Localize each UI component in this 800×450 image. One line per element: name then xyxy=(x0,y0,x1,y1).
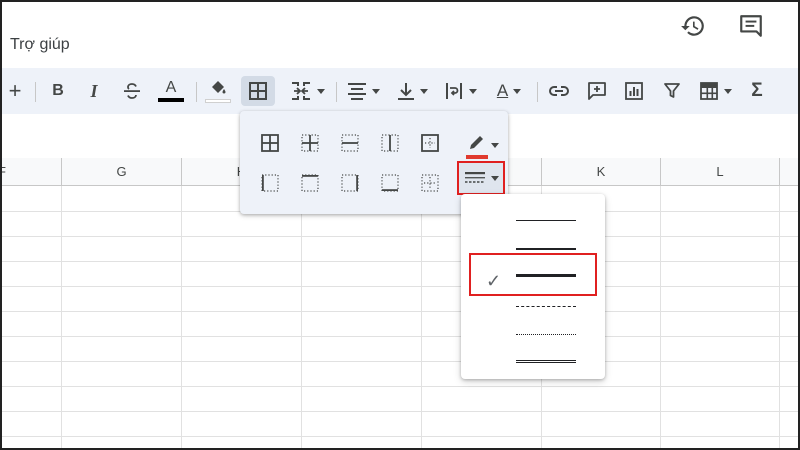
selected-style-highlight xyxy=(469,253,597,296)
column-header-k[interactable]: K xyxy=(542,158,661,186)
top-border-option[interactable] xyxy=(296,169,324,197)
row-gridline xyxy=(0,386,800,387)
bottom-border-option[interactable] xyxy=(376,169,404,197)
border-color-swatch xyxy=(466,155,488,159)
pencil-icon xyxy=(470,136,483,149)
clear-borders-icon xyxy=(421,174,439,192)
column-header-g[interactable]: G xyxy=(62,158,182,186)
inner-borders-option[interactable] xyxy=(296,129,324,157)
text-color-label: A xyxy=(165,79,177,96)
clear-borders-option[interactable] xyxy=(416,169,444,197)
filter-button[interactable] xyxy=(658,76,686,106)
outer-borders-option[interactable] xyxy=(416,129,444,157)
horizontal-borders-icon xyxy=(341,134,359,152)
chevron-down-icon xyxy=(723,88,732,94)
paint-bucket-icon xyxy=(212,80,226,93)
bottom-border-icon xyxy=(381,174,399,192)
border-style-icon xyxy=(464,172,485,183)
dashed-line xyxy=(516,306,576,307)
left-border-option[interactable] xyxy=(256,169,284,197)
border-style-menu: ✓ xyxy=(461,194,605,379)
vertical-borders-icon xyxy=(381,134,399,152)
fill-color-swatch xyxy=(205,98,231,103)
row-gridline xyxy=(0,236,800,237)
chevron-down-icon xyxy=(468,88,477,94)
vertical-borders-option[interactable] xyxy=(376,129,404,157)
merge-cells-icon xyxy=(291,82,310,100)
filter-views-button[interactable] xyxy=(693,76,737,106)
row-gridline xyxy=(0,311,800,312)
medium-solid-line xyxy=(516,248,576,250)
toolbar: + B I A A Σ xyxy=(0,68,800,114)
insert-comment-button[interactable] xyxy=(583,76,611,106)
add-button[interactable]: + xyxy=(6,76,24,106)
add-comment-icon xyxy=(588,82,606,100)
row-gridline xyxy=(0,361,800,362)
border-style-button[interactable] xyxy=(457,161,505,195)
chevron-down-icon xyxy=(316,88,325,94)
menu-help[interactable]: Trợ giúp xyxy=(10,36,70,54)
comment-icon[interactable] xyxy=(737,12,765,40)
top-border-icon xyxy=(301,174,319,192)
column-header-l[interactable]: L xyxy=(661,158,780,186)
outer-borders-icon xyxy=(421,134,439,152)
strikethrough-button[interactable] xyxy=(118,76,146,106)
toolbar-divider xyxy=(35,82,36,102)
link-icon xyxy=(549,86,569,96)
chevron-down-icon xyxy=(371,88,380,94)
filter-icon xyxy=(664,83,680,98)
column-header-next[interactable] xyxy=(780,158,800,186)
insert-link-button[interactable] xyxy=(545,76,573,106)
bold-button[interactable]: B xyxy=(44,76,72,106)
right-border-option[interactable] xyxy=(336,169,364,197)
borders-icon xyxy=(249,82,267,100)
text-rotation-button[interactable]: A xyxy=(488,76,530,106)
toolbar-divider xyxy=(537,82,538,102)
chevron-down-icon xyxy=(490,175,499,181)
horizontal-align-button[interactable] xyxy=(342,76,384,106)
dotted-line xyxy=(516,334,576,335)
right-border-icon xyxy=(341,174,359,192)
border-style-dashed[interactable] xyxy=(461,292,605,320)
insert-chart-button[interactable] xyxy=(620,76,648,106)
row-gridline xyxy=(0,411,800,412)
toolbar-divider xyxy=(336,82,337,102)
italic-button[interactable]: I xyxy=(80,76,108,106)
border-style-double[interactable] xyxy=(461,346,605,374)
fill-color-button[interactable] xyxy=(204,76,232,106)
chart-icon xyxy=(625,82,643,100)
column-header-f[interactable]: F xyxy=(0,158,62,186)
text-color-swatch xyxy=(158,98,184,102)
functions-button[interactable]: Σ xyxy=(744,76,770,106)
border-style-dotted[interactable] xyxy=(461,320,605,348)
borders-button[interactable] xyxy=(241,76,275,106)
row-gridline xyxy=(0,261,800,262)
row-gridline xyxy=(0,286,800,287)
text-color-button[interactable]: A xyxy=(156,76,186,106)
text-rotation-label: A xyxy=(496,81,509,100)
text-wrap-icon xyxy=(445,83,462,99)
history-icon[interactable] xyxy=(679,12,707,40)
table-icon xyxy=(699,82,718,100)
inner-borders-icon xyxy=(301,134,319,152)
chevron-down-icon xyxy=(419,88,428,94)
all-borders-icon xyxy=(261,134,279,152)
vertical-align-icon xyxy=(397,83,414,100)
chevron-down-icon xyxy=(513,88,522,94)
thin-solid-line xyxy=(516,220,576,221)
left-border-icon xyxy=(261,174,279,192)
text-wrap-button[interactable] xyxy=(440,76,480,106)
border-style-thin-solid[interactable] xyxy=(461,206,605,234)
all-borders-option[interactable] xyxy=(256,129,284,157)
align-icon xyxy=(347,83,366,100)
horizontal-borders-option[interactable] xyxy=(336,129,364,157)
vertical-align-button[interactable] xyxy=(392,76,432,106)
border-color-button[interactable] xyxy=(466,131,502,165)
row-gridline xyxy=(0,336,800,337)
chevron-down-icon xyxy=(491,143,499,148)
merge-cells-button[interactable] xyxy=(284,76,330,106)
double-line xyxy=(516,360,576,363)
toolbar-divider xyxy=(196,82,197,102)
row-gridline xyxy=(0,436,800,437)
